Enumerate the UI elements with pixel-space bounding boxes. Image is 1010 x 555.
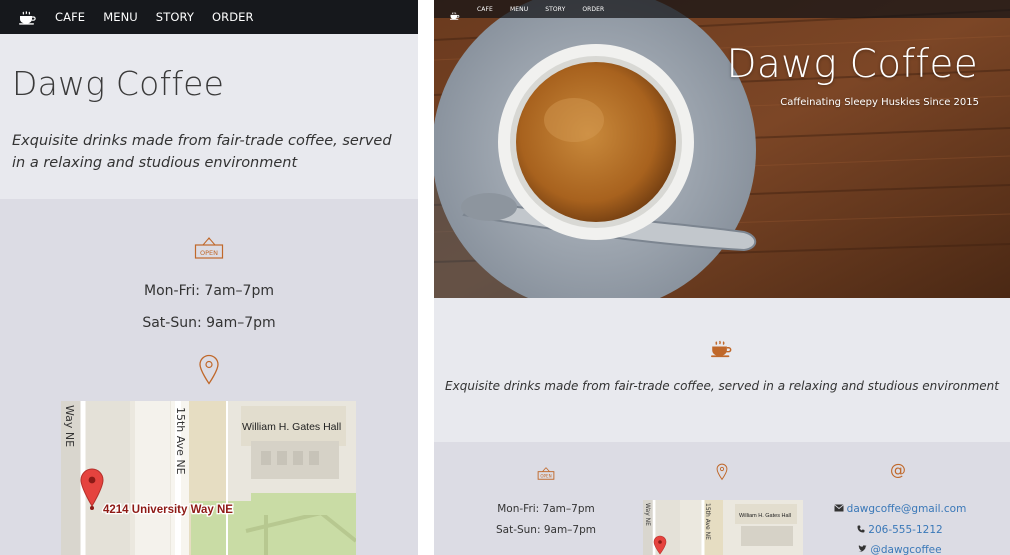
email-link[interactable]: dawgcoffe@gmail.com (847, 503, 967, 515)
map-avenue-label: 15th Ave NE (174, 407, 187, 475)
desktop-view: CAFE MENU STORY ORDER Dawg Coffee Caffei… (434, 0, 1010, 555)
envelope-icon (833, 504, 844, 515)
hero-section: Dawg Coffee Exquisite drinks made from f… (0, 34, 418, 199)
hours-weekday: Mon-Fri: 7am–7pm (497, 503, 595, 515)
map-street-label: Way NE (644, 503, 651, 526)
coffee-cup-icon (711, 340, 733, 358)
phone-icon (857, 525, 865, 536)
contact-phone-row: 206-555-1212 (810, 524, 990, 536)
nav-order[interactable]: ORDER (212, 10, 254, 24)
brand-subtitle: Caffeinating Sleepy Huskies Since 2015 (780, 97, 979, 108)
map-street-label: Way NE (63, 405, 76, 447)
contact-section: OPEN @ Mon-Fri: 7am–7pm Sat-Sun: 9am–7pm (434, 442, 1010, 555)
twitter-icon (858, 545, 867, 555)
location-pin-icon (716, 463, 728, 481)
intro-section: Exquisite drinks made from fair-trade co… (434, 298, 1010, 442)
hours-weekend: Sat-Sun: 9am–7pm (142, 315, 276, 331)
nav-menu[interactable]: MENU (510, 6, 528, 13)
location-map[interactable]: Way NE 15th Ave NE William H. Gates Hall (643, 500, 803, 555)
map-avenue-label: 15th Ave NE (704, 503, 711, 540)
open-sign-text: OPEN (540, 473, 551, 478)
location-map[interactable]: Way NE 15th Ave NE William H. Gates Hall… (61, 401, 356, 555)
nav-menu[interactable]: MENU (103, 10, 138, 24)
map-building-label: William H. Gates Hall (739, 513, 791, 519)
phone-link[interactable]: 206-555-1212 (868, 524, 942, 536)
nav-order[interactable]: ORDER (582, 6, 604, 13)
tagline: Exquisite drinks made from fair-trade co… (12, 133, 392, 171)
top-navbar: CAFE MENU STORY ORDER (434, 0, 1010, 20)
hero-banner: CAFE MENU STORY ORDER Dawg Coffee Caffei… (434, 0, 1010, 298)
hours-weekday: Mon-Fri: 7am–7pm (144, 283, 274, 299)
intro-text: Exquisite drinks made from fair-trade co… (445, 379, 999, 393)
contact-twitter-row: @dawgcoffee (810, 544, 990, 555)
nav-story[interactable]: STORY (545, 6, 565, 13)
coffee-cup-icon[interactable] (450, 5, 460, 20)
open-sign-icon: OPEN (194, 237, 224, 261)
coffee-cup-icon[interactable] (19, 10, 37, 25)
at-sign-icon: @ (890, 460, 906, 479)
top-navbar: CAFE MENU STORY ORDER (0, 0, 418, 34)
nav-cafe[interactable]: CAFE (55, 10, 85, 24)
twitter-link[interactable]: @dawgcoffee (870, 544, 941, 555)
brand-title: Dawg Coffee (726, 42, 978, 87)
hours-weekend: Sat-Sun: 9am–7pm (495, 524, 597, 536)
contact-email-row: dawgcoffe@gmail.com (810, 503, 990, 515)
location-pin-icon (198, 354, 220, 386)
panel-divider (418, 0, 434, 555)
map-marker-label: 4214 University Way NE (103, 504, 233, 516)
brand-title: Dawg Coffee (12, 64, 225, 103)
map-building-label: William H. Gates Hall (242, 421, 341, 433)
info-section: OPEN Mon-Fri: 7am–7pm Sat-Sun: 9am–7pm W… (0, 199, 418, 555)
nav-story[interactable]: STORY (156, 10, 194, 24)
open-sign-icon: OPEN (537, 466, 555, 480)
nav-cafe[interactable]: CAFE (477, 6, 493, 13)
open-sign-text: OPEN (200, 249, 218, 257)
mobile-view: CAFE MENU STORY ORDER Dawg Coffee Exquis… (0, 0, 418, 555)
